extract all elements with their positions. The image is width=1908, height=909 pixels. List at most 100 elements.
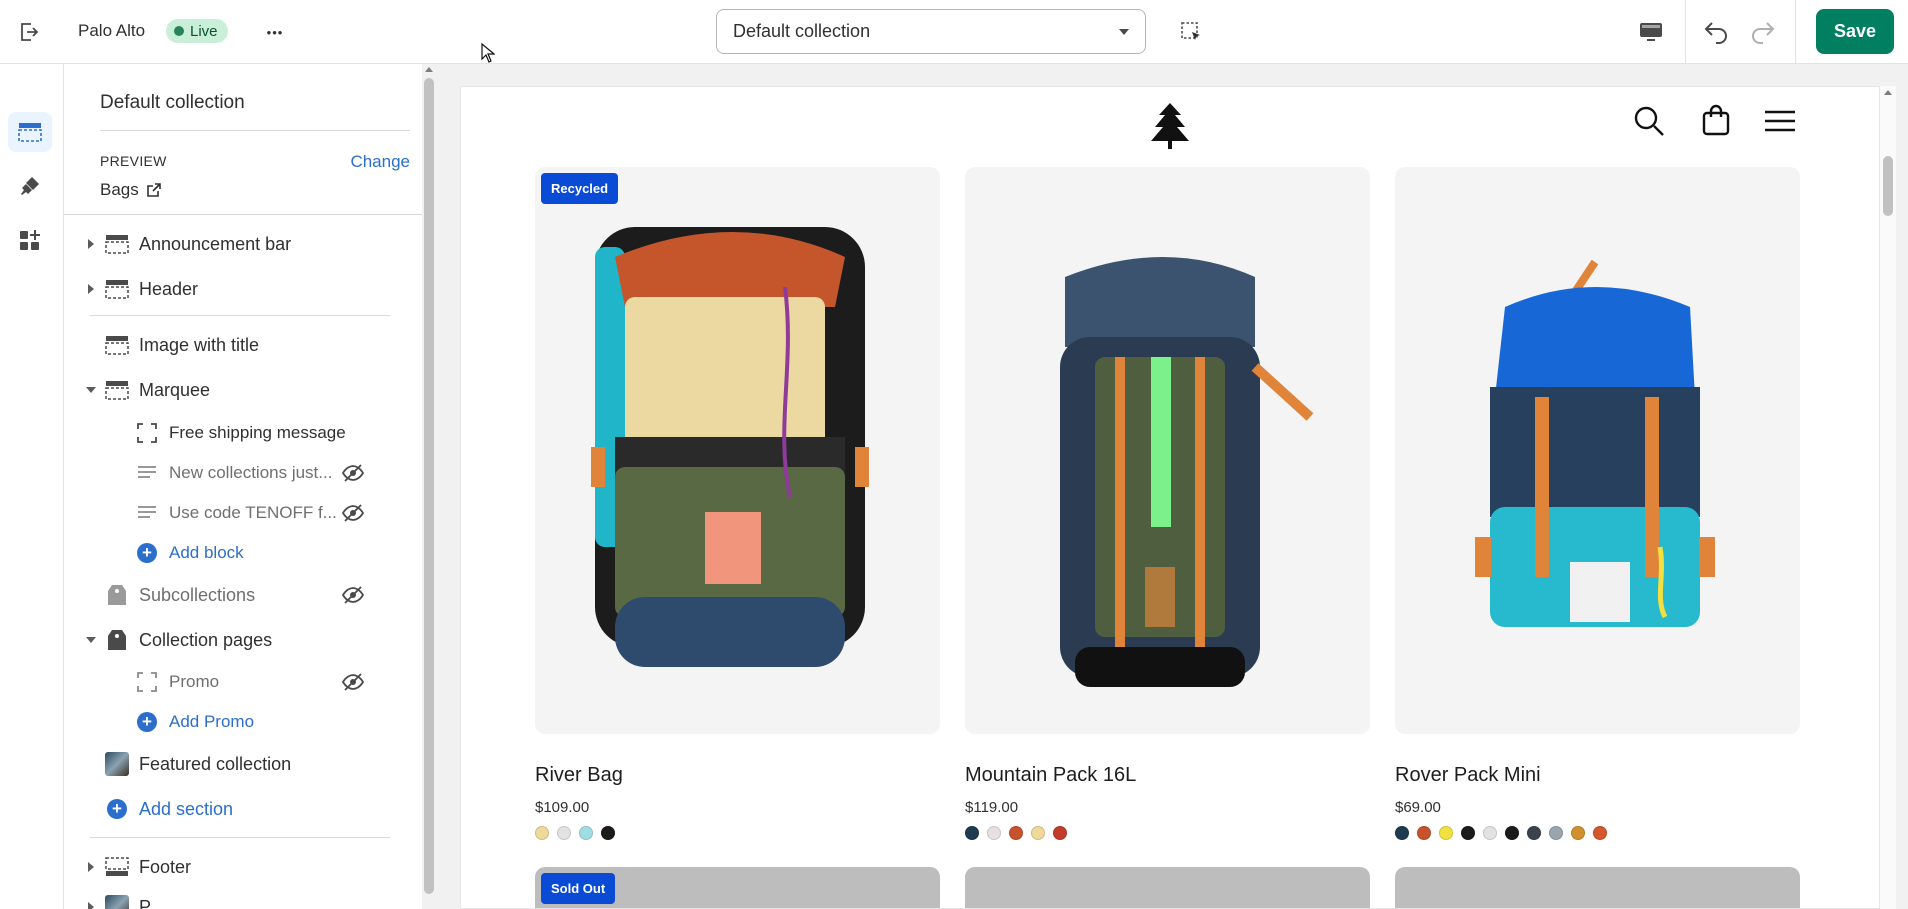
chevron-right-icon[interactable] bbox=[86, 902, 96, 909]
eye-hidden-icon[interactable] bbox=[340, 671, 366, 693]
preview-scrollbar[interactable] bbox=[1880, 86, 1896, 909]
ellipsis-icon: ••• bbox=[266, 24, 284, 40]
product-name[interactable]: Rover Pack Mini bbox=[1395, 764, 1800, 787]
product-badge: Recycled bbox=[541, 173, 619, 204]
section-featured-collection[interactable]: Featured collection bbox=[64, 745, 424, 783]
storefront-preview: Recycled River Bag $109.00 Mountain Pack… bbox=[460, 86, 1880, 909]
color-swatch[interactable] bbox=[1571, 826, 1585, 840]
chevron-down-icon[interactable] bbox=[86, 385, 96, 395]
tree-logo-icon[interactable] bbox=[1149, 101, 1191, 151]
add-promo-button[interactable]: + Add Promo bbox=[64, 703, 424, 741]
scrollbar-thumb[interactable] bbox=[424, 78, 434, 894]
color-swatch[interactable] bbox=[1505, 826, 1519, 840]
product-card[interactable]: Rover Pack Mini $69.00 bbox=[1395, 167, 1800, 840]
product-name[interactable]: River Bag bbox=[535, 764, 940, 787]
color-swatch[interactable] bbox=[987, 826, 1001, 840]
undo-icon[interactable] bbox=[1700, 16, 1734, 48]
live-dot-icon bbox=[174, 26, 184, 36]
color-swatch[interactable] bbox=[535, 826, 549, 840]
change-preview-link[interactable]: Change bbox=[350, 152, 410, 172]
color-swatch[interactable] bbox=[1417, 826, 1431, 840]
scroll-up-icon[interactable] bbox=[1884, 90, 1892, 95]
divider bbox=[64, 214, 424, 215]
color-swatch[interactable] bbox=[1439, 826, 1453, 840]
block-promo[interactable]: Promo bbox=[64, 663, 424, 701]
add-section-button[interactable]: + Add section bbox=[64, 790, 424, 828]
color-swatch[interactable] bbox=[557, 826, 571, 840]
text-block-icon bbox=[134, 462, 160, 484]
section-image-with-title[interactable]: Image with title bbox=[64, 326, 424, 364]
inspector-icon[interactable] bbox=[1176, 18, 1206, 46]
eye-hidden-icon[interactable] bbox=[340, 462, 366, 484]
block-label: Use code TENOFF f... bbox=[169, 503, 337, 522]
preview-value[interactable]: Bags bbox=[100, 180, 161, 200]
add-block-label: Add block bbox=[169, 543, 244, 562]
block-frame-icon bbox=[134, 422, 160, 444]
block-free-shipping-message[interactable]: Free shipping message bbox=[64, 414, 424, 452]
theme-settings-icon[interactable] bbox=[8, 166, 52, 206]
product-price: $119.00 bbox=[965, 799, 1019, 816]
section-label: Collection pages bbox=[139, 629, 273, 650]
section-label: Marquee bbox=[139, 379, 211, 400]
section-partial[interactable]: P... bbox=[64, 888, 424, 909]
block-use-code[interactable]: Use code TENOFF f... bbox=[64, 494, 424, 532]
eye-hidden-icon[interactable] bbox=[340, 584, 366, 606]
section-marquee[interactable]: Marquee bbox=[64, 371, 424, 409]
color-swatch[interactable] bbox=[1395, 826, 1409, 840]
more-actions-button[interactable]: ••• bbox=[260, 18, 290, 46]
product-image[interactable] bbox=[965, 167, 1370, 734]
color-swatch[interactable] bbox=[1527, 826, 1541, 840]
chevron-right-icon[interactable] bbox=[86, 284, 96, 294]
scroll-up-icon[interactable] bbox=[425, 67, 433, 72]
product-name[interactable]: Mountain Pack 16L bbox=[965, 764, 1370, 787]
color-swatches bbox=[965, 826, 1370, 840]
block-new-collections[interactable]: New collections just... bbox=[64, 454, 424, 492]
product-image[interactable]: Recycled bbox=[535, 167, 940, 734]
sections-icon[interactable] bbox=[8, 112, 52, 152]
section-subcollections[interactable]: Subcollections bbox=[64, 576, 424, 614]
color-swatch[interactable] bbox=[601, 826, 615, 840]
shopping-bag-icon[interactable] bbox=[1701, 104, 1731, 136]
template-selector[interactable]: Default collection bbox=[716, 9, 1146, 54]
divider bbox=[100, 130, 410, 131]
section-footer[interactable]: Footer bbox=[64, 848, 424, 886]
exit-icon[interactable] bbox=[14, 18, 44, 46]
search-icon[interactable] bbox=[1633, 105, 1665, 137]
save-button[interactable]: Save bbox=[1816, 9, 1894, 54]
apps-icon[interactable] bbox=[8, 220, 52, 260]
scrollbar-thumb[interactable] bbox=[1883, 156, 1893, 216]
hamburger-menu-icon[interactable] bbox=[1763, 107, 1797, 135]
desktop-view-icon[interactable] bbox=[1636, 18, 1666, 46]
color-swatch[interactable] bbox=[1461, 826, 1475, 840]
product-price: $69.00 bbox=[1395, 799, 1441, 816]
section-icon bbox=[104, 233, 130, 255]
product-card[interactable]: Sold Out bbox=[535, 867, 940, 908]
chevron-down-icon[interactable] bbox=[86, 635, 96, 645]
product-card[interactable] bbox=[1395, 867, 1800, 908]
color-swatch[interactable] bbox=[1031, 826, 1045, 840]
panel-scrollbar[interactable] bbox=[422, 64, 436, 909]
color-swatch[interactable] bbox=[1483, 826, 1497, 840]
section-header[interactable]: Header bbox=[64, 270, 424, 308]
product-image[interactable] bbox=[1395, 167, 1800, 734]
color-swatch[interactable] bbox=[579, 826, 593, 840]
product-card[interactable]: Recycled River Bag $109.00 bbox=[535, 167, 940, 840]
color-swatch[interactable] bbox=[1549, 826, 1563, 840]
section-announcement-bar[interactable]: Announcement bar bbox=[64, 225, 424, 263]
topbar-divider bbox=[1685, 0, 1686, 64]
color-swatch[interactable] bbox=[1593, 826, 1607, 840]
eye-hidden-icon[interactable] bbox=[340, 502, 366, 524]
color-swatch[interactable] bbox=[965, 826, 979, 840]
block-label: New collections just... bbox=[169, 463, 333, 482]
color-swatch[interactable] bbox=[1053, 826, 1067, 840]
chevron-right-icon[interactable] bbox=[86, 239, 96, 249]
section-collection-pages[interactable]: Collection pages bbox=[64, 621, 424, 659]
redo-icon[interactable] bbox=[1745, 16, 1779, 48]
color-swatch[interactable] bbox=[1009, 826, 1023, 840]
product-card[interactable]: Mountain Pack 16L $119.00 bbox=[965, 167, 1370, 840]
product-card[interactable] bbox=[965, 867, 1370, 908]
chevron-right-icon[interactable] bbox=[86, 862, 96, 872]
icon-rail bbox=[0, 64, 64, 909]
add-block-button[interactable]: + Add block bbox=[64, 534, 424, 572]
sections-panel: Default collection PREVIEW Change Bags A… bbox=[64, 64, 424, 909]
